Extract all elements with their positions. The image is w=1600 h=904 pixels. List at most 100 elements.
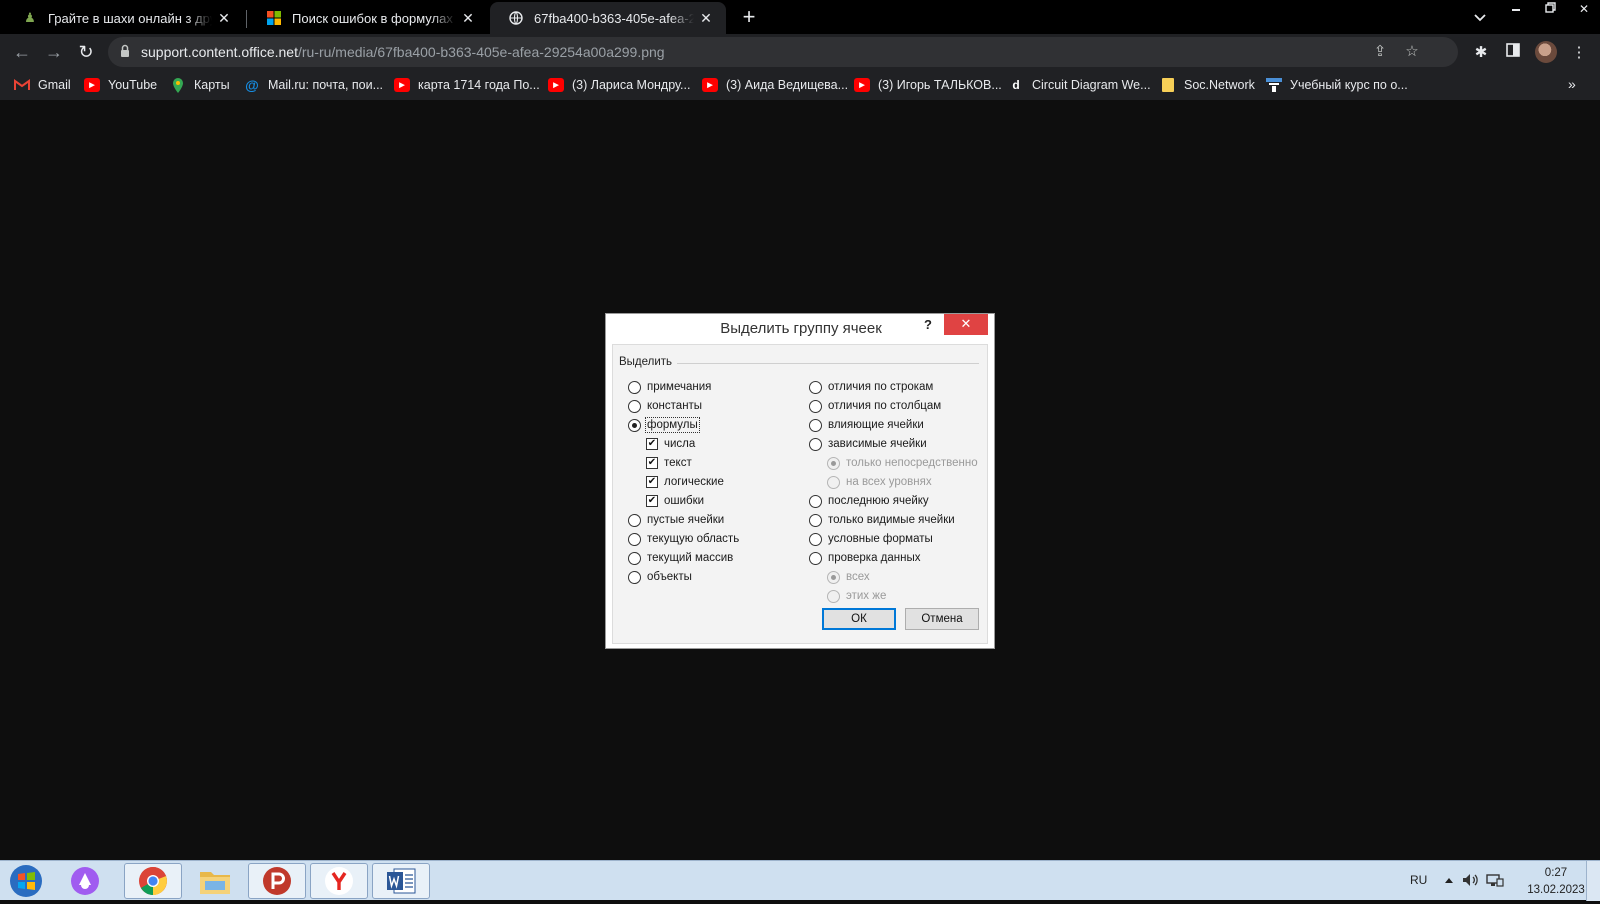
- menu-icon[interactable]: ⋮: [1568, 42, 1590, 64]
- profile-avatar[interactable]: [1535, 41, 1557, 63]
- close-tab-icon[interactable]: ✕: [212, 10, 236, 27]
- bookmark-youtube[interactable]: ▶ YouTube: [84, 76, 157, 94]
- tab-search-icon[interactable]: [1468, 6, 1492, 30]
- show-hidden-icons-icon[interactable]: [1444, 873, 1454, 887]
- option-current-region[interactable]: текущую область: [628, 531, 739, 547]
- p-app-icon[interactable]: [248, 863, 306, 899]
- option-all: всех: [827, 569, 870, 585]
- new-tab-button[interactable]: +: [735, 4, 763, 32]
- radio-button[interactable]: [809, 513, 822, 527]
- radio-button[interactable]: [628, 513, 641, 527]
- browser-toolbar: ← → ↻ support.content.office.net/ru-ru/m…: [0, 34, 1600, 70]
- close-tab-icon[interactable]: ✕: [456, 10, 480, 27]
- explorer-icon[interactable]: [186, 863, 244, 899]
- radio-button[interactable]: [809, 418, 822, 432]
- option-label: условные форматы: [828, 533, 933, 545]
- minimize-icon[interactable]: [1499, 0, 1533, 20]
- option-visible-cells[interactable]: только видимые ячейки: [809, 512, 955, 528]
- bookmark-socnetwork[interactable]: Soc.Network: [1160, 76, 1255, 94]
- tab-chess[interactable]: ♟ Грайте в шахи онлайн з друзями ✕: [4, 2, 244, 34]
- alice-icon[interactable]: [56, 863, 114, 899]
- radio-button[interactable]: [628, 532, 641, 546]
- radio-button-selected[interactable]: [628, 418, 641, 432]
- more-bookmarks-icon[interactable]: »: [1568, 76, 1576, 92]
- youtube-icon: ▶: [84, 78, 100, 92]
- show-desktop-button[interactable]: [1586, 861, 1600, 901]
- option-notes[interactable]: примечания: [628, 379, 711, 395]
- youtube-icon: ▶: [548, 78, 564, 92]
- forward-icon[interactable]: →: [40, 38, 68, 66]
- option-text[interactable]: ✔ текст: [646, 455, 692, 471]
- clock-time[interactable]: 0:27: [1536, 867, 1576, 879]
- option-row-differences[interactable]: отличия по строкам: [809, 379, 933, 395]
- close-window-icon[interactable]: ✕: [1567, 0, 1600, 20]
- bookmark-gmail[interactable]: Gmail: [14, 76, 71, 94]
- address-bar[interactable]: support.content.office.net/ru-ru/media/6…: [108, 37, 1458, 67]
- close-tab-icon[interactable]: ✕: [694, 10, 718, 27]
- radio-button[interactable]: [628, 570, 641, 584]
- bookmark-larisa[interactable]: ▶ (3) Лариса Мондру...: [548, 76, 690, 94]
- option-conditional-formats[interactable]: условные форматы: [809, 531, 933, 547]
- bookmark-map-1714[interactable]: ▶ карта 1714 года По...: [394, 76, 540, 94]
- url-text[interactable]: support.content.office.net/ru-ru/media/6…: [141, 44, 665, 60]
- language-indicator[interactable]: RU: [1410, 873, 1427, 887]
- group-label: Выделить: [619, 356, 673, 368]
- checkbox-checked[interactable]: ✔: [646, 476, 658, 488]
- option-column-differences[interactable]: отличия по столбцам: [809, 398, 941, 414]
- bookmark-igor[interactable]: ▶ (3) Игорь ТАЛЬКОВ...: [854, 76, 1002, 94]
- option-numbers[interactable]: ✔ числа: [646, 436, 695, 452]
- cancel-button[interactable]: Отмена: [905, 608, 979, 630]
- radio-button[interactable]: [809, 532, 822, 546]
- checkbox-checked[interactable]: ✔: [646, 495, 658, 507]
- option-last-cell[interactable]: последнюю ячейку: [809, 493, 929, 509]
- option-blanks[interactable]: пустые ячейки: [628, 512, 724, 528]
- option-errors[interactable]: ✔ ошибки: [646, 493, 704, 509]
- option-current-array[interactable]: текущий массив: [628, 550, 733, 566]
- reload-icon[interactable]: ↻: [72, 38, 100, 66]
- bookmark-circuit[interactable]: d Circuit Diagram We...: [1008, 76, 1150, 94]
- chrome-icon[interactable]: [124, 863, 182, 899]
- radio-button[interactable]: [809, 494, 822, 508]
- volume-icon[interactable]: [1462, 873, 1480, 890]
- back-icon[interactable]: ←: [8, 38, 36, 66]
- yandex-icon[interactable]: [310, 863, 368, 899]
- radio-button[interactable]: [809, 380, 822, 394]
- help-icon[interactable]: ?: [924, 317, 932, 332]
- checkbox-checked[interactable]: ✔: [646, 438, 658, 450]
- option-dependents[interactable]: зависимые ячейки: [809, 436, 927, 452]
- dialog-close-button[interactable]: ✕: [944, 314, 988, 335]
- ok-button[interactable]: ОК: [822, 608, 896, 630]
- radio-button[interactable]: [809, 399, 822, 413]
- option-label: константы: [647, 400, 703, 412]
- side-panel-icon[interactable]: [1502, 42, 1524, 64]
- radio-button[interactable]: [628, 551, 641, 565]
- checkbox-checked[interactable]: ✔: [646, 457, 658, 469]
- bookmark-maps[interactable]: Карты: [170, 76, 230, 94]
- extensions-icon[interactable]: ✱: [1470, 42, 1492, 64]
- clock-date[interactable]: 13.02.2023: [1518, 884, 1594, 896]
- lock-icon[interactable]: [120, 44, 130, 58]
- radio-button[interactable]: [628, 380, 641, 394]
- radio-button[interactable]: [809, 551, 822, 565]
- bookmark-course[interactable]: Учебный курс по о...: [1266, 76, 1408, 94]
- network-icon[interactable]: [1486, 873, 1504, 890]
- bookmark-mailru[interactable]: @ Mail.ru: почта, пои...: [244, 76, 383, 94]
- option-formulas[interactable]: формулы: [628, 417, 700, 433]
- share-icon[interactable]: ⇪: [1370, 42, 1390, 62]
- option-logicals[interactable]: ✔ логические: [646, 474, 724, 490]
- option-data-validation[interactable]: проверка данных: [809, 550, 921, 566]
- option-objects[interactable]: объекты: [628, 569, 692, 585]
- tab-image[interactable]: 67fba400-b363-405e-afea-29254 ✕: [490, 2, 726, 34]
- tab-support[interactable]: Поиск ошибок в формулах - Сл ✕: [248, 2, 488, 34]
- restore-icon[interactable]: [1533, 0, 1567, 20]
- bookmark-star-icon[interactable]: ☆: [1402, 42, 1422, 62]
- bookmark-label: Карты: [194, 78, 230, 92]
- option-constants[interactable]: константы: [628, 398, 702, 414]
- start-icon[interactable]: [6, 863, 46, 899]
- radio-button[interactable]: [809, 437, 822, 451]
- tab-title: Грайте в шахи онлайн з друзями: [48, 10, 212, 26]
- word-icon[interactable]: [372, 863, 430, 899]
- option-precedents[interactable]: влияющие ячейки: [809, 417, 924, 433]
- bookmark-aida[interactable]: ▶ (3) Аида Ведищева...: [702, 76, 848, 94]
- radio-button[interactable]: [628, 399, 641, 413]
